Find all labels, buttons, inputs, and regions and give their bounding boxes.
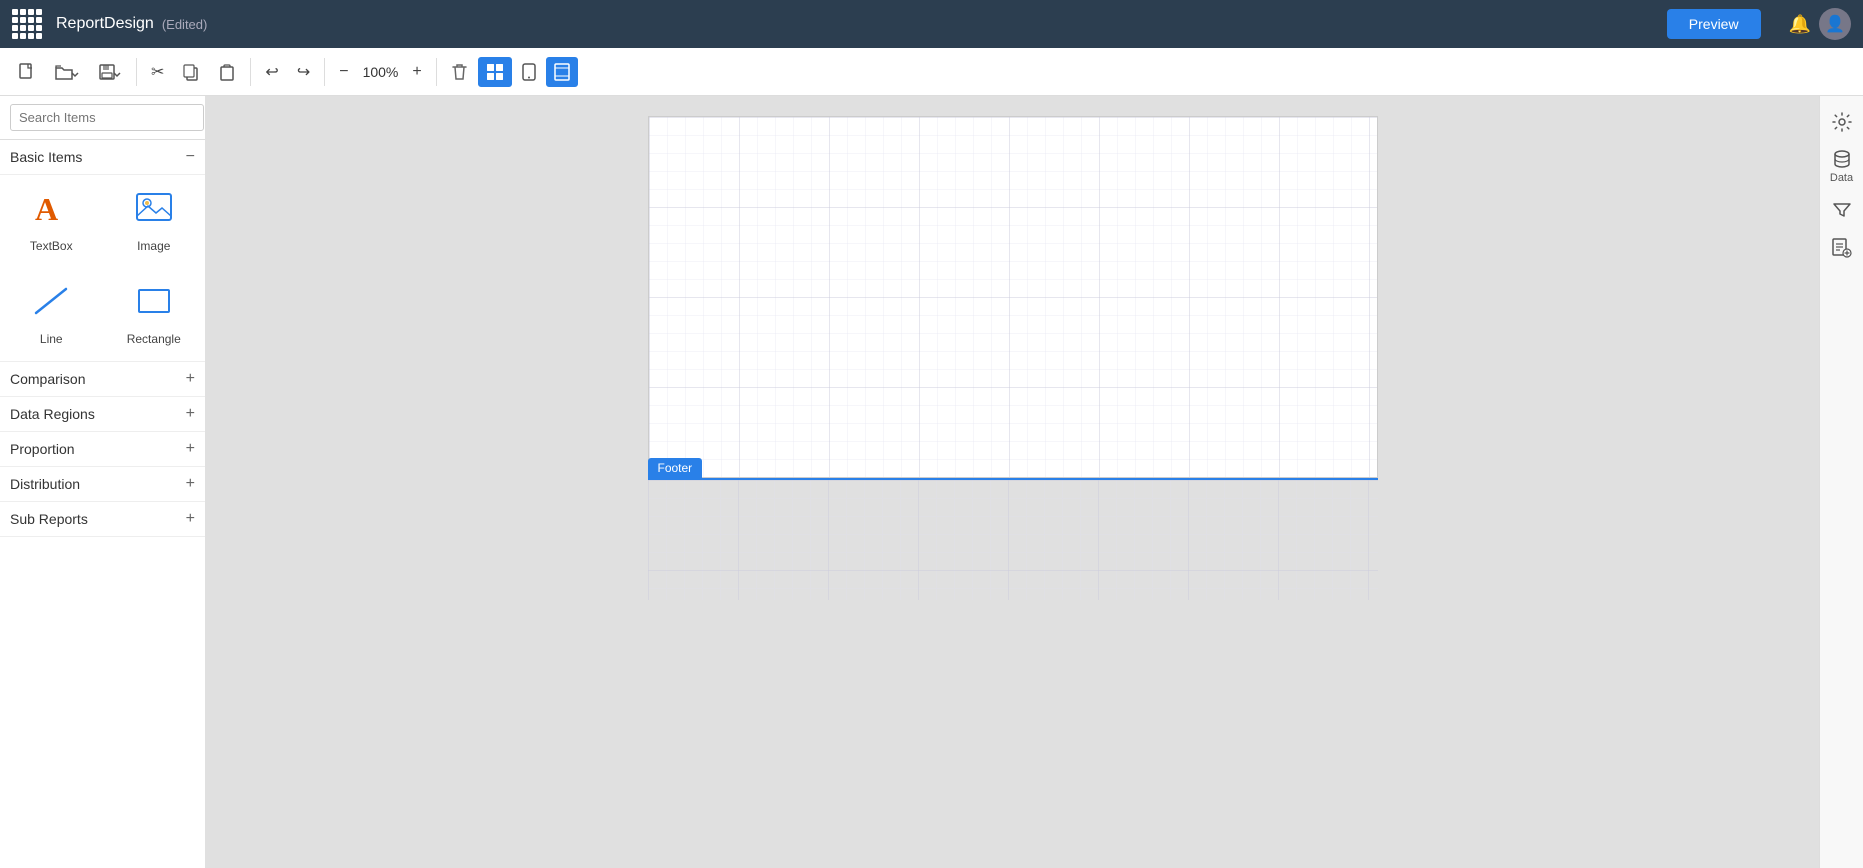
rectangle-label: Rectangle bbox=[127, 332, 181, 346]
search-input[interactable] bbox=[10, 104, 204, 131]
sub-reports-label: Sub Reports bbox=[10, 511, 88, 527]
data-regions-expand-icon: + bbox=[186, 405, 195, 423]
zoom-value: 100% bbox=[359, 64, 403, 80]
new-button[interactable] bbox=[10, 57, 44, 87]
page-layout-button[interactable] bbox=[546, 57, 578, 87]
report-grid bbox=[649, 117, 1377, 477]
user-avatar[interactable]: 👤 bbox=[1819, 8, 1851, 40]
proportion-label: Proportion bbox=[10, 441, 75, 457]
preview-button[interactable]: Preview bbox=[1667, 9, 1761, 39]
line-tool[interactable]: Line bbox=[0, 268, 103, 361]
undo-button[interactable]: ↩ bbox=[257, 56, 286, 88]
separator3 bbox=[324, 58, 325, 86]
paste-button[interactable] bbox=[210, 57, 244, 87]
main-layout: 🔍 Basic Items − A TextBox bbox=[0, 96, 1863, 868]
open-button[interactable] bbox=[46, 57, 88, 87]
zoom-out-button[interactable]: − bbox=[331, 57, 356, 87]
line-icon bbox=[31, 283, 71, 326]
canvas-body bbox=[648, 116, 1378, 478]
image-tool[interactable]: Image bbox=[103, 175, 206, 268]
sub-reports-header[interactable]: Sub Reports + bbox=[0, 502, 205, 537]
redo-button[interactable]: ↪ bbox=[289, 56, 318, 88]
separator2 bbox=[250, 58, 251, 86]
report-canvas: Footer bbox=[648, 116, 1378, 600]
basic-items-header[interactable]: Basic Items − bbox=[0, 140, 205, 175]
left-sidebar: 🔍 Basic Items − A TextBox bbox=[0, 96, 206, 868]
svg-text:A: A bbox=[35, 191, 58, 226]
save-button[interactable] bbox=[90, 57, 130, 87]
edited-label: (Edited) bbox=[162, 17, 208, 32]
settings-panel-button[interactable] bbox=[1824, 104, 1860, 140]
proportion-expand-icon: + bbox=[186, 440, 195, 458]
rectangle-icon bbox=[134, 283, 174, 326]
grid-view-button[interactable] bbox=[478, 57, 512, 87]
comparison-header[interactable]: Comparison + bbox=[0, 362, 205, 397]
basic-items-collapse-icon: − bbox=[186, 148, 195, 166]
distribution-header[interactable]: Distribution + bbox=[0, 467, 205, 502]
cut-button[interactable]: ✂ bbox=[143, 56, 172, 88]
comparison-expand-icon: + bbox=[186, 370, 195, 388]
app-grid-icon[interactable] bbox=[12, 9, 42, 39]
search-box: 🔍 bbox=[0, 96, 205, 140]
separator1 bbox=[136, 58, 137, 86]
canvas-area[interactable]: Footer bbox=[206, 96, 1819, 868]
notifications-icon[interactable]: 🔔 bbox=[1781, 10, 1819, 39]
data-regions-label: Data Regions bbox=[10, 406, 95, 422]
footer-section: Footer bbox=[648, 478, 1378, 600]
zoom-in-button[interactable]: + bbox=[404, 57, 429, 87]
rectangle-tool[interactable]: Rectangle bbox=[103, 268, 206, 361]
separator4 bbox=[436, 58, 437, 86]
textbox-tool[interactable]: A TextBox bbox=[0, 175, 103, 268]
toolbar: ✂ ↩ ↪ − 100% + bbox=[0, 48, 1863, 96]
footer-label: Footer bbox=[648, 458, 703, 478]
basic-items-label: Basic Items bbox=[10, 149, 82, 165]
app-title: ReportDesign bbox=[56, 15, 154, 33]
image-label: Image bbox=[137, 239, 170, 253]
textbox-label: TextBox bbox=[30, 239, 73, 253]
line-label: Line bbox=[40, 332, 63, 346]
sub-reports-expand-icon: + bbox=[186, 510, 195, 528]
footer-grid bbox=[648, 480, 1378, 600]
filter-panel-button[interactable] bbox=[1824, 192, 1860, 228]
right-sidebar: Data bbox=[1819, 96, 1863, 868]
delete-button[interactable] bbox=[443, 57, 476, 87]
data-regions-header[interactable]: Data Regions + bbox=[0, 397, 205, 432]
mobile-view-button[interactable] bbox=[514, 57, 544, 87]
image-icon bbox=[134, 190, 174, 233]
comparison-label: Comparison bbox=[10, 371, 85, 387]
distribution-expand-icon: + bbox=[186, 475, 195, 493]
distribution-label: Distribution bbox=[10, 476, 80, 492]
basic-items-grid: A TextBox Image bbox=[0, 175, 205, 362]
data-panel-label: Data bbox=[1830, 172, 1853, 184]
report-settings-button[interactable] bbox=[1824, 230, 1860, 266]
textbox-icon: A bbox=[31, 190, 71, 233]
data-panel-button[interactable]: Data bbox=[1821, 142, 1863, 190]
proportion-header[interactable]: Proportion + bbox=[0, 432, 205, 467]
copy-button[interactable] bbox=[174, 57, 208, 87]
navbar: ReportDesign (Edited) Preview 🔔 👤 bbox=[0, 0, 1863, 48]
